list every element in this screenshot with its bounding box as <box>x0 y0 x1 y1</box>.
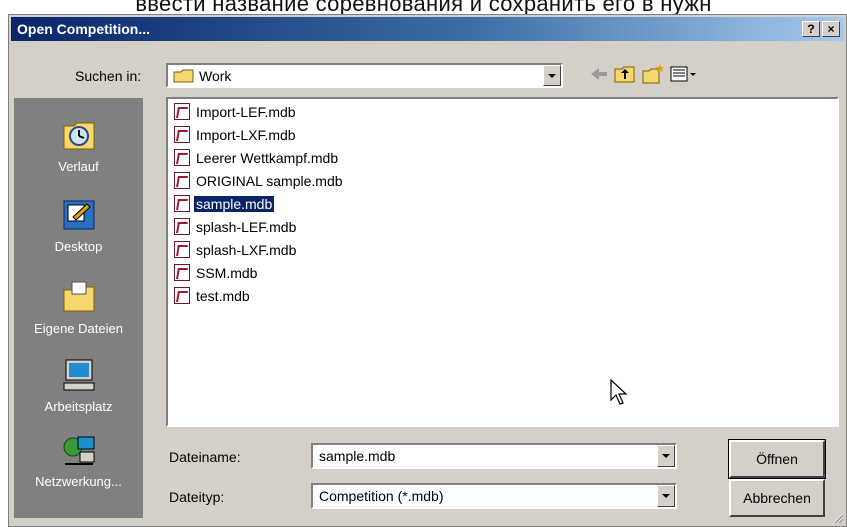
mouse-pointer-icon <box>610 379 628 405</box>
open-competition-dialog: Open Competition... ? × Suchen in: Work <box>8 14 847 527</box>
file-name: test.mdb <box>196 287 250 304</box>
desktop-icon <box>63 200 94 230</box>
file-name: Import-LEF.mdb <box>196 103 296 120</box>
filename-label: Dateiname: <box>169 449 241 465</box>
access-file-icon <box>174 172 190 189</box>
access-file-icon <box>174 218 190 235</box>
access-file-icon <box>174 126 190 143</box>
file-item[interactable]: Import-LXF.mdb <box>174 124 298 145</box>
file-name: splash-LXF.mdb <box>196 241 297 258</box>
place-label: Desktop <box>54 239 103 254</box>
resize-grip-icon[interactable] <box>832 512 844 524</box>
close-button[interactable]: × <box>822 21 840 37</box>
network-icon <box>63 436 94 465</box>
look-in-dropdown-button[interactable] <box>543 65 561 86</box>
file-item[interactable]: SSM.mdb <box>174 262 259 283</box>
dialog-title: Open Competition... <box>17 21 150 37</box>
place-network[interactable]: Netzwerkung... <box>14 433 143 489</box>
look-in-combo[interactable]: Work <box>166 63 563 88</box>
filename-input[interactable]: sample.mdb <box>311 443 677 469</box>
filetype-dropdown-button[interactable] <box>657 485 675 507</box>
access-file-icon <box>174 264 190 281</box>
help-button[interactable]: ? <box>802 21 820 37</box>
file-name: splash-LEF.mdb <box>196 218 297 235</box>
filetype-value: Competition (*.mdb) <box>319 488 444 504</box>
file-name: ORIGINAL sample.mdb <box>196 172 343 189</box>
my-documents-icon <box>63 281 94 312</box>
place-label: Netzwerkung... <box>35 474 122 489</box>
place-label: Eigene Dateien <box>34 321 123 336</box>
places-bar: Verlauf Desktop Eigene Dateien Arbeitspl… <box>14 98 143 518</box>
view-menu-icon[interactable] <box>669 63 699 85</box>
file-item[interactable]: test.mdb <box>174 285 252 306</box>
file-item[interactable]: ORIGINAL sample.mdb <box>174 170 345 191</box>
file-item[interactable]: splash-LEF.mdb <box>174 216 298 237</box>
access-file-icon <box>174 149 190 166</box>
access-file-icon <box>174 287 190 304</box>
access-file-icon <box>174 195 190 212</box>
title-bar[interactable]: Open Competition... ? × <box>11 17 844 41</box>
folder-icon <box>173 69 194 83</box>
filetype-select[interactable]: Competition (*.mdb) <box>311 483 677 509</box>
access-file-icon <box>174 103 190 120</box>
access-file-icon <box>174 241 190 258</box>
file-name: Import-LXF.mdb <box>196 126 296 143</box>
cancel-button[interactable]: Abbrechen <box>729 479 825 517</box>
file-item[interactable]: Import-LEF.mdb <box>174 101 298 122</box>
open-button[interactable]: Öffnen <box>728 439 826 479</box>
file-item[interactable]: Leerer Wettkampf.mdb <box>174 147 340 168</box>
place-my-documents[interactable]: Eigene Dateien <box>14 280 143 336</box>
place-label: Arbeitsplatz <box>44 399 113 414</box>
file-name: sample.mdb <box>194 195 275 212</box>
up-folder-icon[interactable] <box>613 63 637 85</box>
place-history[interactable]: Verlauf <box>14 118 143 174</box>
new-folder-icon[interactable] <box>641 63 665 85</box>
history-icon <box>63 122 94 150</box>
look-in-value: Work <box>199 68 232 84</box>
file-name: Leerer Wettkampf.mdb <box>196 149 339 166</box>
file-name: SSM.mdb <box>196 264 258 281</box>
place-label: Verlauf <box>58 159 99 174</box>
filename-dropdown-button[interactable] <box>657 445 675 467</box>
filetype-label: Dateityp: <box>169 489 225 505</box>
back-arrow-icon[interactable] <box>587 63 611 85</box>
filename-value: sample.mdb <box>319 448 396 464</box>
place-my-computer[interactable]: Arbeitsplatz <box>14 358 143 414</box>
my-computer-icon <box>63 359 94 391</box>
look-in-label: Suchen in: <box>75 68 142 84</box>
place-desktop[interactable]: Desktop <box>14 198 143 254</box>
file-list[interactable]: Import-LEF.mdb Import-LXF.mdb Leerer Wet… <box>166 97 839 427</box>
file-item-selected[interactable]: sample.mdb <box>174 193 275 214</box>
file-item[interactable]: splash-LXF.mdb <box>174 239 298 260</box>
